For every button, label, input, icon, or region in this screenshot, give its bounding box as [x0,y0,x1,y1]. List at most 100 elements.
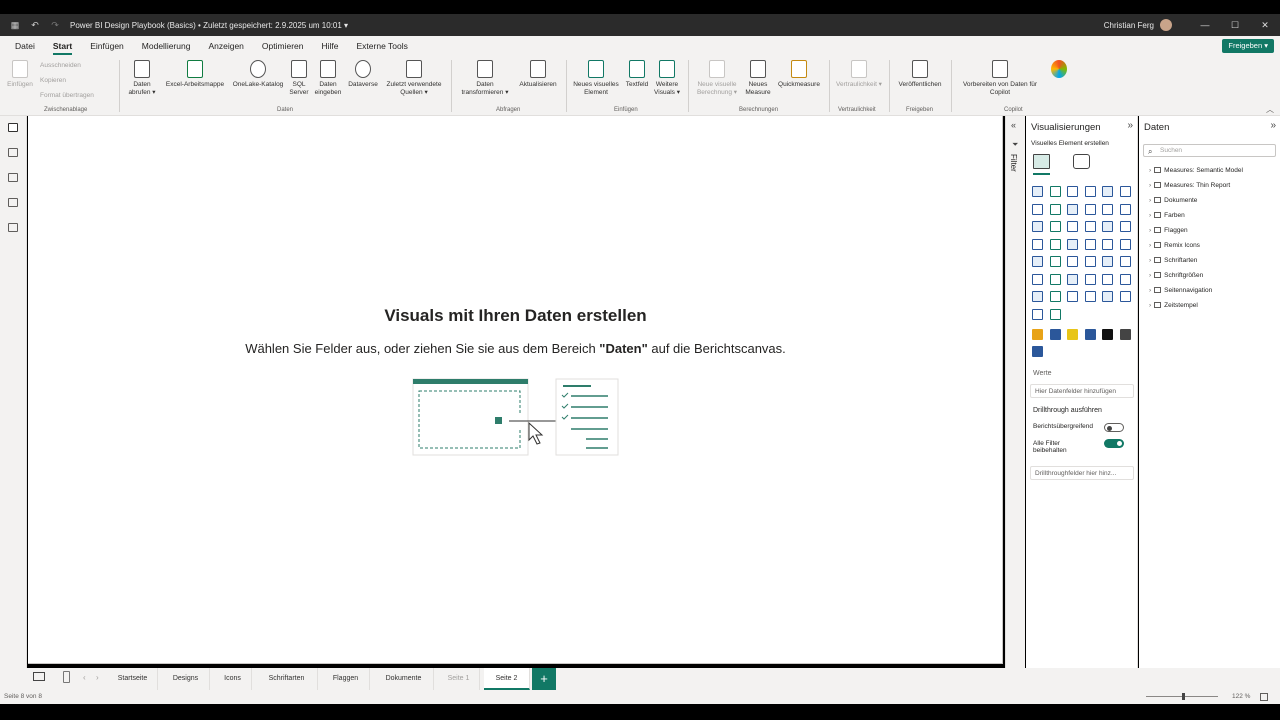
custom-visual-5-icon[interactable] [1102,329,1113,340]
100-bar-visual-icon[interactable] [1102,186,1113,197]
azure-map-visual-icon[interactable] [1084,238,1096,250]
line-stacked-visual-icon[interactable] [1049,221,1061,232]
qa-visual-icon[interactable] [1084,273,1096,285]
tab-externe-tools[interactable]: Externe Tools [348,36,417,56]
stacked-bar-visual-icon[interactable] [1032,186,1043,197]
copilot-button[interactable] [1046,60,1072,81]
filter-label[interactable]: Filter [1009,154,1018,172]
sensitivity-button[interactable]: Vertraulichkeit ▾ [833,60,885,89]
stacked-column-visual-icon[interactable] [1049,186,1061,197]
page-tab[interactable]: Flaggen [322,668,370,690]
funnel-visual-icon[interactable] [1119,203,1131,215]
tab-start[interactable]: Start [44,36,81,56]
mobile-layout-icon[interactable] [63,671,70,683]
image-visual-icon[interactable] [1084,291,1096,302]
collapse-ribbon-icon[interactable]: ︿ [1266,104,1274,115]
chevron-right-icon[interactable]: › [1149,167,1151,174]
report-view-icon[interactable] [8,123,18,132]
filled-map-visual-icon[interactable] [1067,238,1078,250]
stacked-area-visual-icon[interactable] [1067,203,1078,215]
close-button[interactable]: ✕ [1250,20,1280,31]
power-automate-visual-icon[interactable] [1049,291,1061,302]
pie-visual-icon[interactable] [1102,221,1113,232]
100-column-visual-icon[interactable] [1119,186,1131,197]
chevron-right-icon[interactable]: › [1149,227,1151,234]
python-visual-icon[interactable] [1032,273,1043,285]
maximize-button[interactable]: ☐ [1220,20,1250,31]
page-tab[interactable]: Seite 1 [438,668,480,690]
chevron-right-icon[interactable]: › [1149,197,1151,204]
format-visual-tab-icon[interactable] [1073,154,1090,169]
excel-button[interactable]: Excel-Arbeitsmappe [162,60,228,89]
next-page-icon[interactable]: › [96,673,99,682]
zoom-slider-thumb[interactable] [1182,693,1185,700]
report-canvas[interactable]: Visuals mit Ihren Daten erstellen Wählen… [28,116,1003,664]
textbox-button[interactable]: Textfeld [622,60,652,89]
tab-anzeigen[interactable]: Anzeigen [199,36,252,56]
custom-visual-3-icon[interactable] [1067,329,1078,340]
table-view-icon[interactable] [8,148,18,157]
paste-button[interactable]: Einfügen [6,60,34,89]
prev-page-icon[interactable]: ‹ [83,673,86,682]
prepare-data-copilot-button[interactable]: Vorbereiten von Daten für Copilot [955,60,1045,97]
chevron-right-icon[interactable]: › [1149,212,1151,219]
table-visual-icon[interactable] [1084,256,1096,267]
minimize-button[interactable]: — [1190,20,1220,30]
paginated-visual-icon[interactable] [1119,273,1131,285]
page-tab[interactable]: Startseite [108,668,158,690]
redo-icon[interactable]: ↷ [50,20,60,30]
donut-visual-icon[interactable] [1119,221,1131,232]
zoom-level[interactable]: 122 % [1232,690,1250,704]
page-tab[interactable]: Dokumente [374,668,434,690]
chevron-right-icon[interactable]: › [1149,242,1151,249]
fit-to-page-icon[interactable] [1260,693,1268,701]
undo-icon[interactable]: ↶ [30,20,40,30]
button-visual-icon[interactable] [1102,291,1113,302]
key-influencers-visual-icon[interactable] [1049,273,1061,285]
user-name[interactable]: Christian Ferg [1104,21,1154,30]
recent-sources-button[interactable]: Zuletzt verwendete Quellen ▾ [382,60,446,97]
ribbon-visual-icon[interactable] [1084,203,1096,215]
new-visual-button[interactable]: Neues visuelles Element [570,60,622,97]
cross-report-toggle[interactable] [1104,423,1124,432]
page-tab[interactable]: Schriftarten [256,668,318,690]
cut-button[interactable]: Ausschneiden [40,62,81,69]
dataverse-button[interactable]: Dataverse [345,60,381,89]
transform-data-button[interactable]: Daten transformieren ▾ [456,60,514,97]
get-data-button[interactable]: Daten abrufen ▾ [124,60,160,97]
avatar[interactable] [1160,19,1172,31]
data-table-item[interactable]: › Remix Icons [1149,242,1200,249]
shape-visual-icon[interactable] [1119,291,1131,302]
map-visual-icon[interactable] [1049,238,1061,250]
tmdl-view-icon[interactable] [8,223,18,232]
refresh-button[interactable]: Aktualisieren [515,60,561,89]
desktop-layout-icon[interactable] [33,672,45,681]
expand-filter-icon[interactable]: « [1011,120,1016,130]
keep-filters-toggle[interactable] [1104,439,1124,448]
window-title[interactable]: Power BI Design Playbook (Basics) • Zule… [70,21,348,30]
area-visual-icon[interactable] [1049,203,1061,215]
values-field-well[interactable]: Hier Datenfelder hinzufügen [1030,384,1134,398]
chevron-right-icon[interactable]: › [1149,272,1151,279]
data-search-input[interactable]: ⌕ Suchen [1143,144,1276,157]
more-visuals-button[interactable]: Weitere Visuals ▾ [652,60,682,97]
custom-visual-2-icon[interactable] [1049,329,1061,340]
chevron-right-icon[interactable]: › [1149,302,1151,309]
tab-hilfe[interactable]: Hilfe [312,36,347,56]
quick-measure-button[interactable]: Quickmeasure [774,60,824,89]
chevron-right-icon[interactable]: › [1149,257,1151,264]
enter-data-button[interactable]: Daten eingeben [313,60,343,97]
publish-button[interactable]: Veröffentlichen [893,60,947,89]
line-column-visual-icon[interactable] [1032,221,1043,232]
power-apps-visual-icon[interactable] [1032,291,1043,302]
custom-visual-1-icon[interactable] [1032,329,1043,340]
new-card-visual-icon[interactable] [1067,291,1078,302]
tab-datei[interactable]: Datei [6,36,44,56]
data-table-item[interactable]: › Schriftarten [1149,257,1197,264]
narrative-visual-icon[interactable] [1102,273,1113,285]
decomp-tree-visual-icon[interactable] [1067,273,1078,285]
data-table-item[interactable]: › Zeitstempel [1149,302,1198,309]
tab-optimieren[interactable]: Optimieren [253,36,313,56]
data-table-item[interactable]: › Dokumente [1149,197,1197,204]
collapse-visualizations-icon[interactable]: » [1127,120,1133,131]
